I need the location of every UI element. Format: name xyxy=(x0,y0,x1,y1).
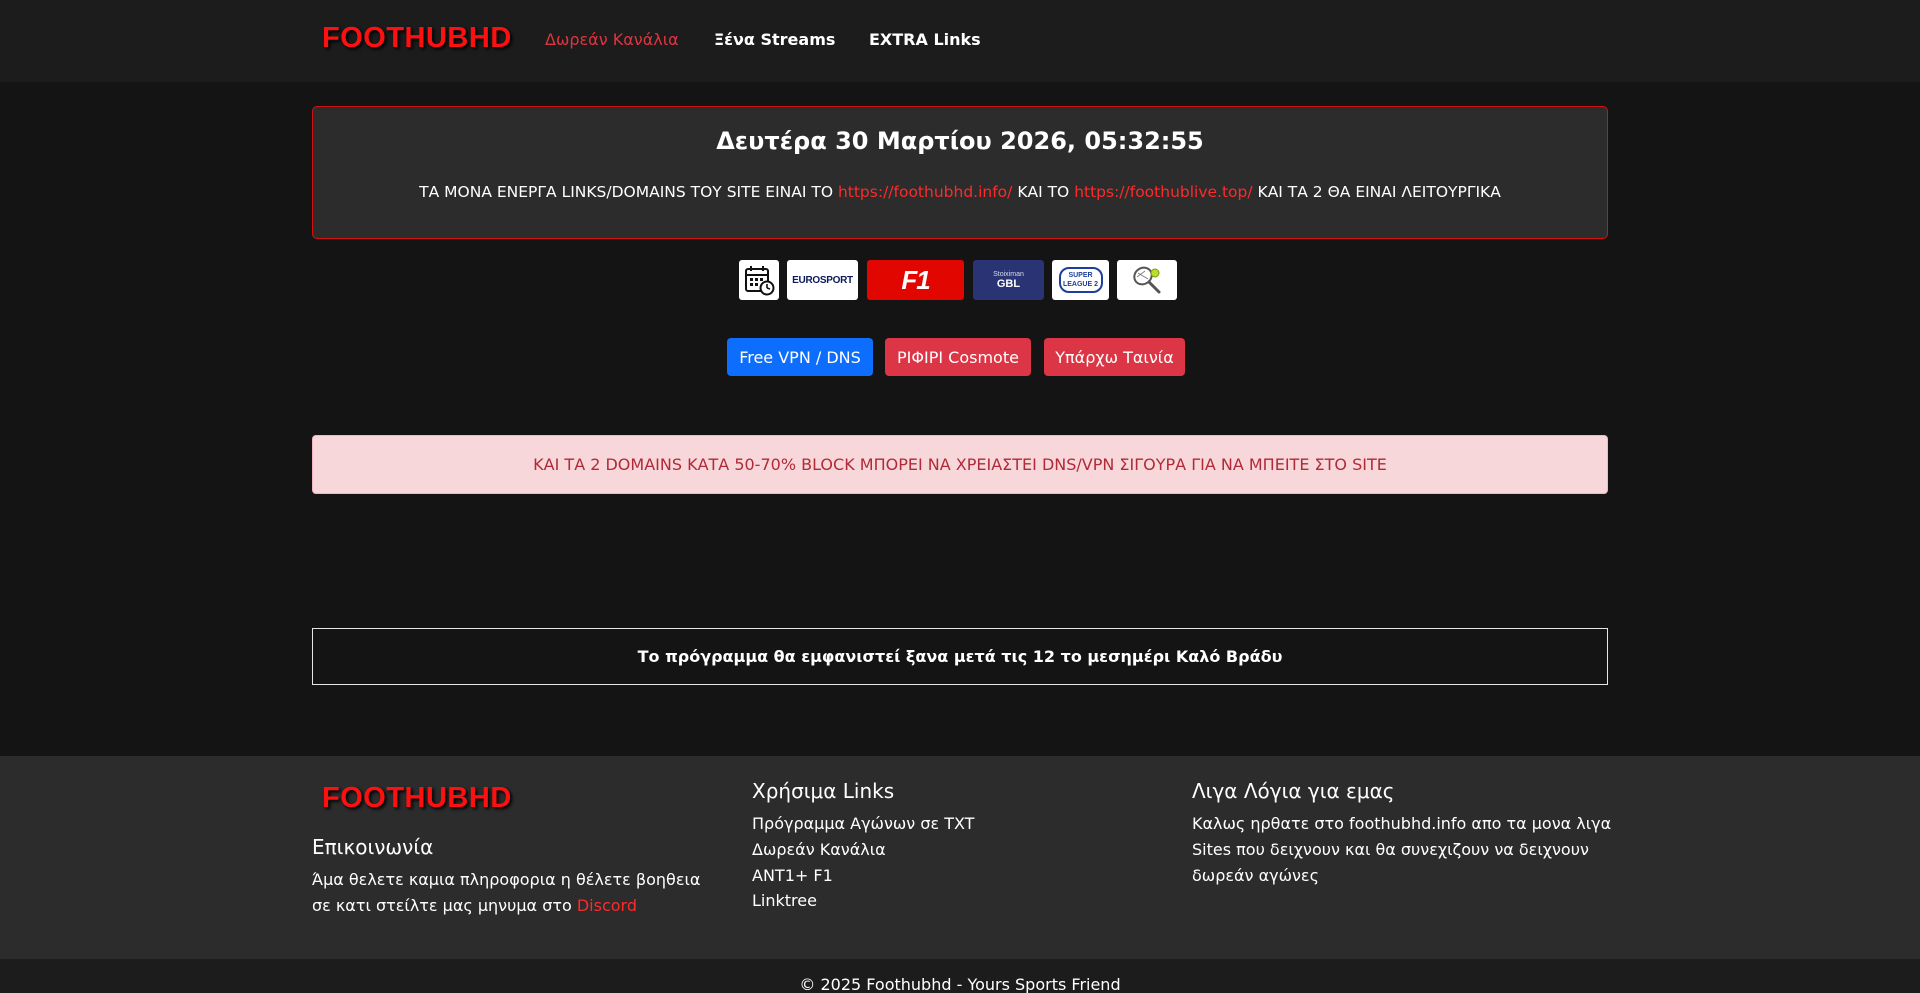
nav-link-free-channels[interactable]: Δωρεάν Κανάλια xyxy=(545,30,679,49)
footer-link-schedule-txt[interactable]: Πρόγραμμα Αγώνων σε TXT xyxy=(752,814,974,833)
domains-notice-text-1: ΤΑ ΜΟΝΑ ΕΝΕΡΓΑ LINKS/DOMAINS ΤΟΥ SITE ΕΙ… xyxy=(419,183,838,201)
discord-link[interactable]: Discord xyxy=(577,896,637,915)
gbl-logo-subtext: Stoiximan xyxy=(993,270,1024,278)
schedule-notice: Το πρόγραμμα θα εμφανιστεί ξανα μετά τις… xyxy=(312,628,1608,685)
footer-contact-body: Άμα θελετε καμια πληροφορια η θέλετε βοη… xyxy=(312,870,701,915)
gbl-logo[interactable]: Stoiximan GBL xyxy=(973,260,1044,300)
category-logo-strip: EUROSPORT F1 Stoiximan GBL SUPER LEAGUE … xyxy=(0,260,1920,300)
free-vpn-dns-button[interactable]: Free VPN / DNS xyxy=(727,338,873,376)
footer-about-text: Καλως ηρθατε στο foothubhd.info απο τα μ… xyxy=(1192,814,1612,885)
calendar-icon[interactable] xyxy=(739,260,779,300)
f1-logo[interactable]: F1 xyxy=(867,260,964,300)
footer-contact-title: Επικοινωνία xyxy=(312,835,434,859)
domains-notice: ΤΑ ΜΟΝΑ ΕΝΕΡΓΑ LINKS/DOMAINS ΤΟΥ SITE ΕΙ… xyxy=(313,183,1607,201)
domain-link-foothublive[interactable]: https://foothublive.top/ xyxy=(1074,183,1252,201)
tennis-icon[interactable] xyxy=(1117,260,1177,300)
footer-contact-text: Άμα θελετε καμια πληροφορια η θέλετε βοη… xyxy=(312,867,722,919)
site-logo[interactable]: FOOTHUBHD xyxy=(322,22,512,55)
domains-notice-text-3: ΚΑΙ ΤΑ 2 ΘΑ ΕΙΝΑΙ ΛΕΙΤΟΥΡΓΙΚΑ xyxy=(1252,183,1501,201)
copyright: © 2025 Foothubhd - Yours Sports Friend xyxy=(0,959,1920,993)
current-datetime: Δευτέρα 30 Μαρτίου 2026, 05:32:55 xyxy=(716,127,1204,155)
super-league-2-logo-text: SUPER LEAGUE 2 xyxy=(1058,267,1103,293)
footer-link-free-channels[interactable]: Δωρεάν Κανάλια xyxy=(752,840,886,859)
nav-link-extra-links[interactable]: EXTRA Links xyxy=(869,30,981,49)
footer-link-ant1-f1[interactable]: ANT1+ F1 xyxy=(752,866,833,885)
gbl-logo-text: GBL xyxy=(996,277,1021,290)
eurosport-logo-text: EUROSPORT xyxy=(792,274,853,286)
eurosport-logo[interactable]: EUROSPORT xyxy=(787,260,858,300)
dns-vpn-alert: ΚΑΙ ΤΑ 2 DOMAINS ΚΑΤΑ 50-70% BLOCK ΜΠΟΡΕ… xyxy=(312,435,1608,494)
domains-notice-text-2: ΚΑΙ ΤΟ xyxy=(1012,183,1075,201)
footer-link-linktree[interactable]: Linktree xyxy=(752,891,817,910)
footer-links-title: Χρήσιμα Links xyxy=(752,779,895,803)
info-box: Δευτέρα 30 Μαρτίου 2026, 05:32:55 ΤΑ ΜΟΝ… xyxy=(312,106,1608,239)
footer-about-title: Λιγα Λόγια για εμας xyxy=(1192,779,1395,803)
rifiri-cosmote-button[interactable]: ΡΙΦΙΡΙ Cosmote xyxy=(885,338,1031,376)
footer: FOOTHUBHD Επικοινωνία Άμα θελετε καμια π… xyxy=(0,756,1920,959)
super-league-2-logo[interactable]: SUPER LEAGUE 2 xyxy=(1052,260,1109,300)
domain-link-foothubhd[interactable]: https://foothubhd.info/ xyxy=(838,183,1012,201)
footer-logo[interactable]: FOOTHUBHD xyxy=(322,782,512,815)
nav-link-foreign-streams[interactable]: Ξένα Streams xyxy=(714,30,835,49)
yparxo-tainia-button[interactable]: Υπάρχω Ταινία xyxy=(1044,338,1185,376)
navbar: FOOTHUBHD Δωρεάν Κανάλια Ξένα Streams EX… xyxy=(0,0,1920,82)
f1-logo-text: F1 xyxy=(901,264,930,295)
